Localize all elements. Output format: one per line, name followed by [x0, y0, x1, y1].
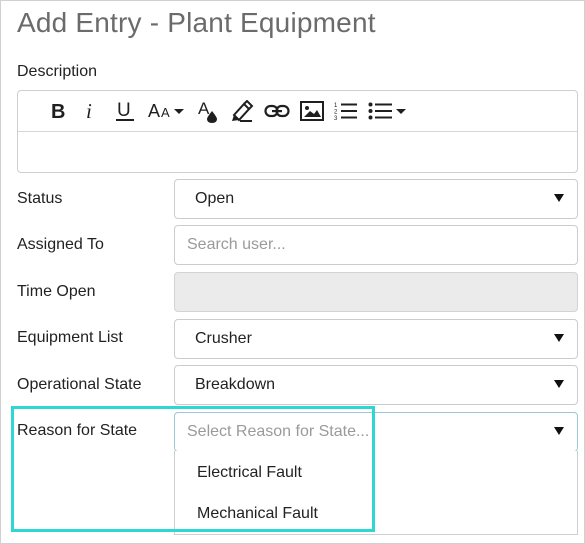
form-container: Add Entry - Plant Equipment Description …	[0, 0, 585, 544]
assigned-to-search-input[interactable]: Search user...	[174, 225, 578, 265]
time-open-label: Time Open	[17, 283, 96, 300]
svg-text:A: A	[198, 99, 210, 118]
equipment-list-label: Equipment List	[17, 329, 123, 346]
assigned-to-placeholder: Search user...	[187, 236, 286, 253]
text-color-icon[interactable]: A	[198, 99, 220, 123]
svg-text:B: B	[51, 101, 65, 121]
svg-text:U: U	[117, 100, 131, 121]
operational-state-value: Breakdown	[195, 376, 276, 393]
editor-toolbar: B i U AA A 1 2 3	[18, 91, 577, 132]
bold-icon[interactable]: B	[48, 99, 68, 123]
reason-for-state-dropdown: Electrical Fault Mechanical Fault	[174, 451, 578, 535]
equipment-list-value: Crusher	[195, 330, 252, 347]
reason-for-state-placeholder: Select Reason for State...	[187, 423, 370, 440]
chevron-down-icon	[554, 334, 564, 342]
svg-text:1: 1	[334, 103, 338, 109]
time-open-field	[174, 272, 578, 312]
image-icon[interactable]	[300, 99, 324, 123]
description-text-area[interactable]	[18, 132, 577, 173]
description-label: Description	[17, 63, 98, 80]
description-editor: B i U AA A 1 2 3	[17, 90, 578, 173]
status-label: Status	[17, 190, 63, 207]
italic-icon[interactable]: i	[82, 99, 98, 123]
font-size-icon[interactable]: AA	[148, 99, 188, 123]
unordered-list-icon[interactable]	[368, 99, 408, 123]
chevron-down-icon	[554, 427, 564, 435]
svg-text:A: A	[148, 101, 160, 121]
assigned-to-label: Assigned To	[17, 236, 104, 253]
dropdown-option-mechanical-fault[interactable]: Mechanical Fault	[175, 494, 577, 534]
svg-text:i: i	[86, 101, 92, 121]
svg-text:3: 3	[334, 116, 338, 121]
chevron-down-icon	[554, 380, 564, 388]
svg-text:A: A	[161, 105, 170, 120]
underline-icon[interactable]: U	[114, 99, 136, 123]
page-title: Add Entry - Plant Equipment	[17, 7, 376, 38]
equipment-list-select[interactable]: Crusher	[174, 319, 578, 359]
ordered-list-icon[interactable]: 123	[334, 99, 358, 123]
highlighter-icon[interactable]	[230, 99, 254, 123]
status-select[interactable]: Open	[174, 179, 578, 219]
status-value: Open	[195, 190, 235, 207]
chevron-down-icon	[554, 194, 564, 202]
reason-for-state-label: Reason for State	[17, 422, 138, 439]
reason-for-state-select[interactable]: Select Reason for State...	[174, 412, 578, 452]
operational-state-label: Operational State	[17, 376, 142, 393]
svg-text:2: 2	[334, 110, 338, 116]
link-icon[interactable]	[264, 99, 290, 123]
operational-state-select[interactable]: Breakdown	[174, 365, 578, 405]
dropdown-option-electrical-fault[interactable]: Electrical Fault	[175, 453, 577, 493]
